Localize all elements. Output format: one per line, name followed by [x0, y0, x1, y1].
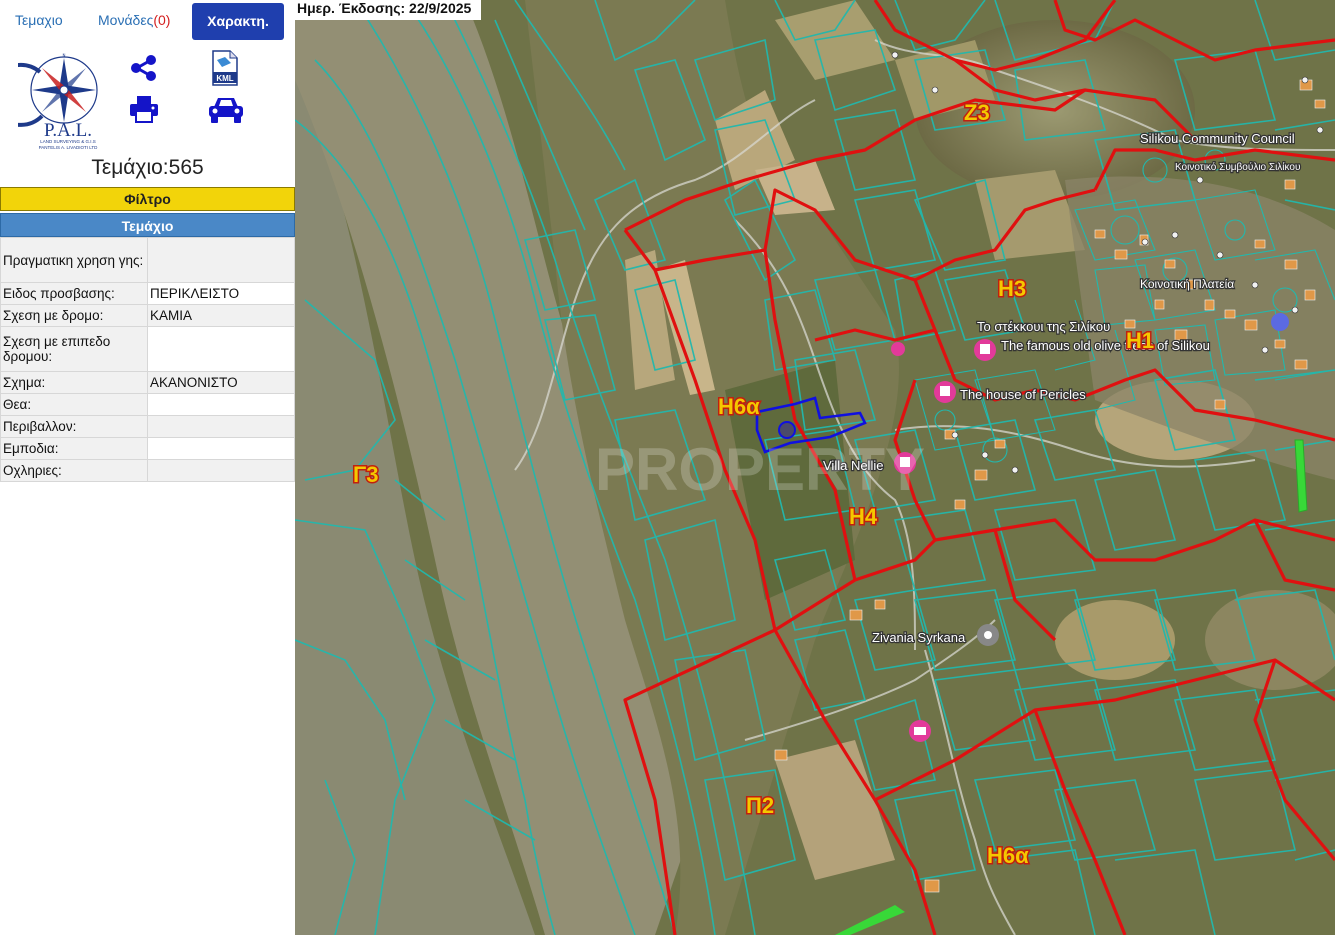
property-row: Εμποδια:	[0, 437, 295, 460]
zone-label: Η6α	[718, 394, 760, 419]
map-view[interactable]: Silikou Community Council Κοινοτικό Συμβ…	[295, 0, 1335, 935]
logo-company: PANTELIS A. LIVADIOTI LTD	[39, 145, 99, 150]
property-value: ΚΑΜΙΑ	[147, 304, 295, 327]
property-value	[147, 459, 295, 482]
property-key: Οχληριες:	[0, 459, 148, 482]
section-header-parcel: Τεμάχιο	[0, 213, 295, 237]
tab-units-label: Μονάδες	[98, 12, 154, 28]
place-label: Κοινοτική Πλατεία	[1140, 277, 1234, 291]
car-icon[interactable]	[207, 95, 245, 125]
property-value	[147, 415, 295, 438]
property-value	[147, 393, 295, 416]
property-row: Θεα:	[0, 393, 295, 416]
svg-text:N: N	[63, 53, 66, 58]
map-canvas[interactable]: Silikou Community Council Κοινοτικό Συμβ…	[295, 0, 1335, 935]
properties-table: Πραγματικη χρηση γης: Ειδος προσβασης: ΠΕΡ…	[0, 237, 295, 482]
place-label: Το στέκκουι της Σιλίκου	[977, 319, 1110, 334]
place-label: The famous old olive trees of Silikou	[1001, 338, 1210, 353]
property-row: Περιβαλλον:	[0, 415, 295, 438]
logo-subtitle: LAND SURVEYING & G.I.S	[40, 139, 95, 144]
property-key: Θεα:	[0, 393, 148, 416]
parcel-title: Τεμάχιο:565	[91, 156, 204, 179]
property-value: ΠΕΡΙΚΛΕΙΣΤΟ	[147, 282, 295, 305]
tab-parcel[interactable]: Τεμαχιο	[15, 12, 63, 28]
left-panel: Τεμαχιο Μονάδες(0) Χαρακτη. N P.A.L. LAN…	[0, 0, 295, 935]
watermark: PROPERTY	[595, 436, 925, 503]
kml-file-icon[interactable]: KML	[211, 50, 239, 86]
place-label: Κοινοτικό Συμβούλιο Σιλίκου	[1175, 161, 1300, 173]
tab-bar: Τεμαχιο Μονάδες(0) Χαρακτη.	[0, 0, 295, 42]
property-key: Σχεση με δρομο:	[0, 304, 148, 327]
property-value: ΑΚΑΝΟΝΙΣΤΟ	[147, 371, 295, 394]
poi-dot-icon[interactable]	[891, 342, 905, 356]
property-row: Ειδος προσβασης: ΠΕΡΙΚΛΕΙΣΤΟ	[0, 282, 295, 305]
place-label: The house of Pericles	[960, 387, 1086, 402]
zone-label: Η4	[849, 504, 878, 529]
zone-label: Γ3	[353, 462, 378, 487]
place-label: Silikou Community Council	[1140, 131, 1295, 146]
kml-label: KML	[216, 74, 233, 83]
zone-label: Η6α	[987, 843, 1029, 868]
house-of-pericles-poi-icon[interactable]	[934, 381, 956, 403]
issue-date: Ημερ. Έκδοσης: 22/9/2025	[295, 0, 482, 20]
property-row: Σχεση με επιπεδο δρομου:	[0, 326, 295, 372]
zone-label: Ζ3	[964, 100, 990, 125]
hotel-poi-icon[interactable]	[909, 720, 931, 742]
tab-units[interactable]: Μονάδες(0)	[98, 12, 170, 28]
property-key: Εμποδια:	[0, 437, 148, 460]
property-row: Σχεση με δρομο: ΚΑΜΙΑ	[0, 304, 295, 327]
property-value	[147, 237, 295, 283]
print-icon[interactable]	[129, 95, 159, 123]
property-row: Πραγματικη χρηση γης:	[0, 237, 295, 283]
zone-label: Η1	[1126, 328, 1154, 353]
property-value	[147, 437, 295, 460]
logo-main-text: P.A.L.	[44, 120, 92, 141]
property-row: Οχληριες:	[0, 459, 295, 482]
property-value	[147, 326, 295, 372]
property-key: Περιβαλλον:	[0, 415, 148, 438]
property-row: Σχημα: ΑΚΑΝΟΝΙΣΤΟ	[0, 371, 295, 394]
place-label: Zivania Syrkana	[872, 630, 966, 645]
filter-button[interactable]: Φίλτρο	[0, 187, 295, 211]
community-council-poi-icon[interactable]	[974, 339, 996, 361]
property-key: Σχημα:	[0, 371, 148, 394]
share-icon[interactable]	[129, 54, 159, 82]
property-key: Σχεση με επιπεδο δρομου:	[0, 326, 148, 372]
zivania-syrkana-poi-icon[interactable]	[977, 624, 999, 646]
company-logo: N P.A.L. LAND SURVEYING & G.I.S PANTELIS…	[18, 53, 99, 150]
zone-label: Π2	[746, 793, 774, 818]
zone-label: Η3	[998, 276, 1026, 301]
tab-units-count: (0)	[153, 12, 171, 28]
park-poi-icon[interactable]	[1271, 313, 1289, 331]
property-key: Ειδος προσβασης:	[0, 282, 148, 305]
tab-features[interactable]: Χαρακτη.	[192, 3, 284, 40]
property-key: Πραγματικη χρηση γης:	[0, 237, 148, 283]
